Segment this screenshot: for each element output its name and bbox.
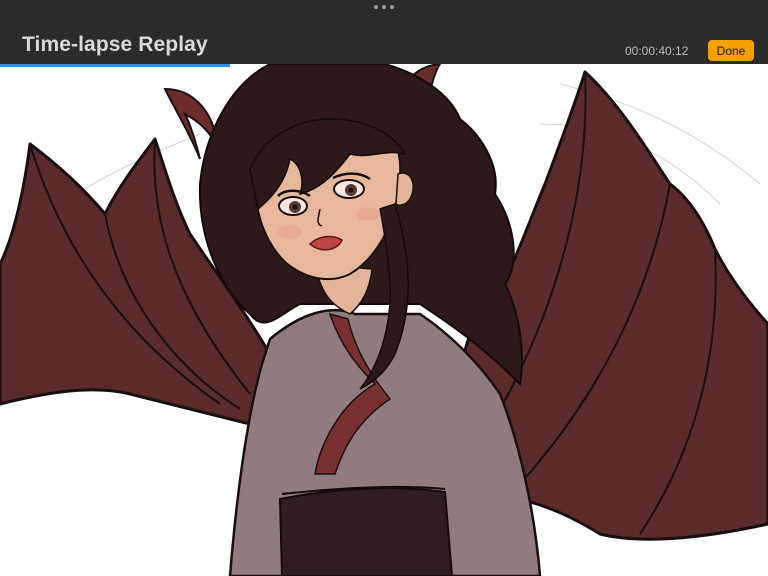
replay-progress bbox=[0, 64, 768, 67]
artwork-canvas[interactable] bbox=[0, 64, 768, 576]
replay-header: Time-lapse Replay 00:00:40:12 Done bbox=[0, 0, 768, 64]
replay-title: Time-lapse Replay bbox=[22, 33, 208, 56]
sash bbox=[278, 487, 454, 576]
elapsed-time: 00:00:40:12 bbox=[625, 44, 689, 58]
done-button[interactable]: Done bbox=[708, 40, 754, 61]
replay-progress-fill bbox=[0, 64, 231, 67]
ellipsis-icon[interactable] bbox=[374, 3, 394, 11]
artwork bbox=[0, 64, 768, 576]
